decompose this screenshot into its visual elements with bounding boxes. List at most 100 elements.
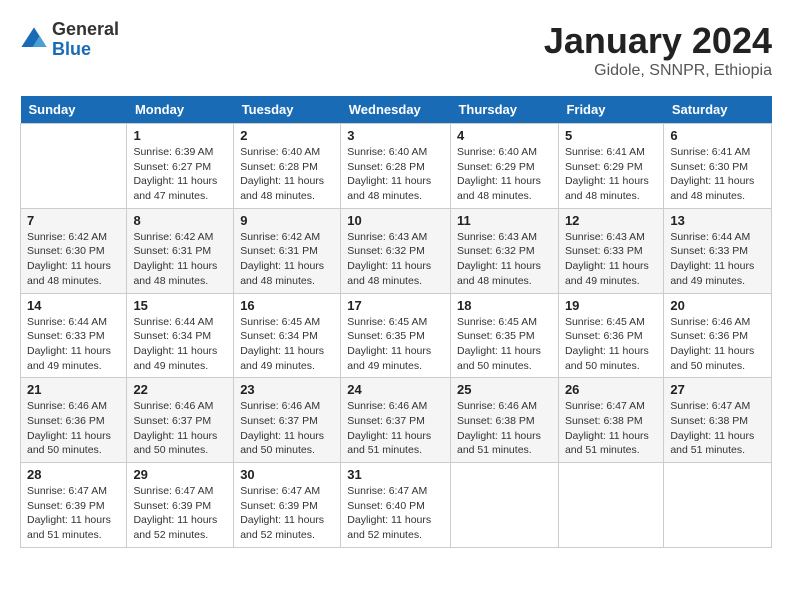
day-cell: 10 Sunrise: 6:43 AM Sunset: 6:32 PM Dayl…	[341, 208, 451, 293]
day-cell	[664, 463, 772, 548]
day-number: 7	[27, 213, 120, 228]
day-info: Sunrise: 6:47 AM Sunset: 6:39 PM Dayligh…	[27, 484, 120, 543]
day-number: 11	[457, 213, 552, 228]
day-info: Sunrise: 6:47 AM Sunset: 6:39 PM Dayligh…	[240, 484, 334, 543]
day-info: Sunrise: 6:39 AM Sunset: 6:27 PM Dayligh…	[133, 145, 227, 204]
day-number: 13	[670, 213, 765, 228]
day-number: 23	[240, 382, 334, 397]
day-info: Sunrise: 6:43 AM Sunset: 6:32 PM Dayligh…	[457, 230, 552, 289]
day-cell: 16 Sunrise: 6:45 AM Sunset: 6:34 PM Dayl…	[234, 293, 341, 378]
day-cell: 15 Sunrise: 6:44 AM Sunset: 6:34 PM Dayl…	[127, 293, 234, 378]
logo: General Blue	[20, 20, 119, 60]
day-number: 20	[670, 298, 765, 313]
month-title: January 2024	[544, 20, 772, 62]
day-number: 28	[27, 467, 120, 482]
day-info: Sunrise: 6:44 AM Sunset: 6:33 PM Dayligh…	[670, 230, 765, 289]
weekday-header-monday: Monday	[127, 96, 234, 124]
logo-icon	[20, 26, 48, 54]
calendar-table: SundayMondayTuesdayWednesdayThursdayFrid…	[20, 96, 772, 548]
day-number: 14	[27, 298, 120, 313]
day-cell: 12 Sunrise: 6:43 AM Sunset: 6:33 PM Dayl…	[558, 208, 663, 293]
day-info: Sunrise: 6:43 AM Sunset: 6:32 PM Dayligh…	[347, 230, 444, 289]
day-cell: 21 Sunrise: 6:46 AM Sunset: 6:36 PM Dayl…	[21, 378, 127, 463]
day-number: 27	[670, 382, 765, 397]
day-cell: 17 Sunrise: 6:45 AM Sunset: 6:35 PM Dayl…	[341, 293, 451, 378]
day-cell: 19 Sunrise: 6:45 AM Sunset: 6:36 PM Dayl…	[558, 293, 663, 378]
day-cell: 22 Sunrise: 6:46 AM Sunset: 6:37 PM Dayl…	[127, 378, 234, 463]
weekday-header-friday: Friday	[558, 96, 663, 124]
day-number: 2	[240, 128, 334, 143]
day-cell: 29 Sunrise: 6:47 AM Sunset: 6:39 PM Dayl…	[127, 463, 234, 548]
day-cell: 23 Sunrise: 6:46 AM Sunset: 6:37 PM Dayl…	[234, 378, 341, 463]
day-info: Sunrise: 6:43 AM Sunset: 6:33 PM Dayligh…	[565, 230, 657, 289]
week-row-3: 14 Sunrise: 6:44 AM Sunset: 6:33 PM Dayl…	[21, 293, 772, 378]
day-cell: 18 Sunrise: 6:45 AM Sunset: 6:35 PM Dayl…	[450, 293, 558, 378]
day-number: 24	[347, 382, 444, 397]
day-number: 12	[565, 213, 657, 228]
day-number: 29	[133, 467, 227, 482]
day-info: Sunrise: 6:41 AM Sunset: 6:29 PM Dayligh…	[565, 145, 657, 204]
day-number: 25	[457, 382, 552, 397]
day-cell: 30 Sunrise: 6:47 AM Sunset: 6:39 PM Dayl…	[234, 463, 341, 548]
day-info: Sunrise: 6:46 AM Sunset: 6:36 PM Dayligh…	[670, 315, 765, 374]
day-number: 31	[347, 467, 444, 482]
day-cell: 2 Sunrise: 6:40 AM Sunset: 6:28 PM Dayli…	[234, 124, 341, 209]
logo-text: General Blue	[52, 20, 119, 60]
day-number: 30	[240, 467, 334, 482]
day-number: 22	[133, 382, 227, 397]
location-subtitle: Gidole, SNNPR, Ethiopia	[544, 62, 772, 80]
day-number: 17	[347, 298, 444, 313]
weekday-header-thursday: Thursday	[450, 96, 558, 124]
logo-general-text: General	[52, 20, 119, 40]
day-info: Sunrise: 6:46 AM Sunset: 6:36 PM Dayligh…	[27, 399, 120, 458]
day-info: Sunrise: 6:40 AM Sunset: 6:28 PM Dayligh…	[347, 145, 444, 204]
day-cell: 5 Sunrise: 6:41 AM Sunset: 6:29 PM Dayli…	[558, 124, 663, 209]
day-number: 18	[457, 298, 552, 313]
weekday-header-wednesday: Wednesday	[341, 96, 451, 124]
day-info: Sunrise: 6:40 AM Sunset: 6:28 PM Dayligh…	[240, 145, 334, 204]
day-number: 8	[133, 213, 227, 228]
week-row-4: 21 Sunrise: 6:46 AM Sunset: 6:36 PM Dayl…	[21, 378, 772, 463]
day-cell: 8 Sunrise: 6:42 AM Sunset: 6:31 PM Dayli…	[127, 208, 234, 293]
day-cell: 4 Sunrise: 6:40 AM Sunset: 6:29 PM Dayli…	[450, 124, 558, 209]
day-number: 16	[240, 298, 334, 313]
day-cell: 20 Sunrise: 6:46 AM Sunset: 6:36 PM Dayl…	[664, 293, 772, 378]
day-cell: 31 Sunrise: 6:47 AM Sunset: 6:40 PM Dayl…	[341, 463, 451, 548]
day-cell	[450, 463, 558, 548]
day-cell: 9 Sunrise: 6:42 AM Sunset: 6:31 PM Dayli…	[234, 208, 341, 293]
day-number: 1	[133, 128, 227, 143]
day-info: Sunrise: 6:40 AM Sunset: 6:29 PM Dayligh…	[457, 145, 552, 204]
day-number: 6	[670, 128, 765, 143]
day-cell: 14 Sunrise: 6:44 AM Sunset: 6:33 PM Dayl…	[21, 293, 127, 378]
day-info: Sunrise: 6:46 AM Sunset: 6:37 PM Dayligh…	[240, 399, 334, 458]
day-info: Sunrise: 6:44 AM Sunset: 6:33 PM Dayligh…	[27, 315, 120, 374]
day-cell: 1 Sunrise: 6:39 AM Sunset: 6:27 PM Dayli…	[127, 124, 234, 209]
day-cell: 24 Sunrise: 6:46 AM Sunset: 6:37 PM Dayl…	[341, 378, 451, 463]
day-cell: 6 Sunrise: 6:41 AM Sunset: 6:30 PM Dayli…	[664, 124, 772, 209]
day-cell: 27 Sunrise: 6:47 AM Sunset: 6:38 PM Dayl…	[664, 378, 772, 463]
day-info: Sunrise: 6:41 AM Sunset: 6:30 PM Dayligh…	[670, 145, 765, 204]
week-row-5: 28 Sunrise: 6:47 AM Sunset: 6:39 PM Dayl…	[21, 463, 772, 548]
day-cell: 13 Sunrise: 6:44 AM Sunset: 6:33 PM Dayl…	[664, 208, 772, 293]
weekday-header-sunday: Sunday	[21, 96, 127, 124]
day-number: 3	[347, 128, 444, 143]
day-info: Sunrise: 6:42 AM Sunset: 6:31 PM Dayligh…	[240, 230, 334, 289]
week-row-2: 7 Sunrise: 6:42 AM Sunset: 6:30 PM Dayli…	[21, 208, 772, 293]
day-info: Sunrise: 6:45 AM Sunset: 6:36 PM Dayligh…	[565, 315, 657, 374]
day-info: Sunrise: 6:45 AM Sunset: 6:35 PM Dayligh…	[457, 315, 552, 374]
weekday-header-tuesday: Tuesday	[234, 96, 341, 124]
day-info: Sunrise: 6:46 AM Sunset: 6:37 PM Dayligh…	[133, 399, 227, 458]
day-cell: 3 Sunrise: 6:40 AM Sunset: 6:28 PM Dayli…	[341, 124, 451, 209]
day-cell: 7 Sunrise: 6:42 AM Sunset: 6:30 PM Dayli…	[21, 208, 127, 293]
day-number: 15	[133, 298, 227, 313]
day-cell: 26 Sunrise: 6:47 AM Sunset: 6:38 PM Dayl…	[558, 378, 663, 463]
day-number: 21	[27, 382, 120, 397]
day-cell	[21, 124, 127, 209]
day-cell: 28 Sunrise: 6:47 AM Sunset: 6:39 PM Dayl…	[21, 463, 127, 548]
day-number: 10	[347, 213, 444, 228]
logo-blue-text: Blue	[52, 40, 119, 60]
week-row-1: 1 Sunrise: 6:39 AM Sunset: 6:27 PM Dayli…	[21, 124, 772, 209]
day-info: Sunrise: 6:47 AM Sunset: 6:38 PM Dayligh…	[670, 399, 765, 458]
day-info: Sunrise: 6:42 AM Sunset: 6:31 PM Dayligh…	[133, 230, 227, 289]
day-info: Sunrise: 6:45 AM Sunset: 6:35 PM Dayligh…	[347, 315, 444, 374]
